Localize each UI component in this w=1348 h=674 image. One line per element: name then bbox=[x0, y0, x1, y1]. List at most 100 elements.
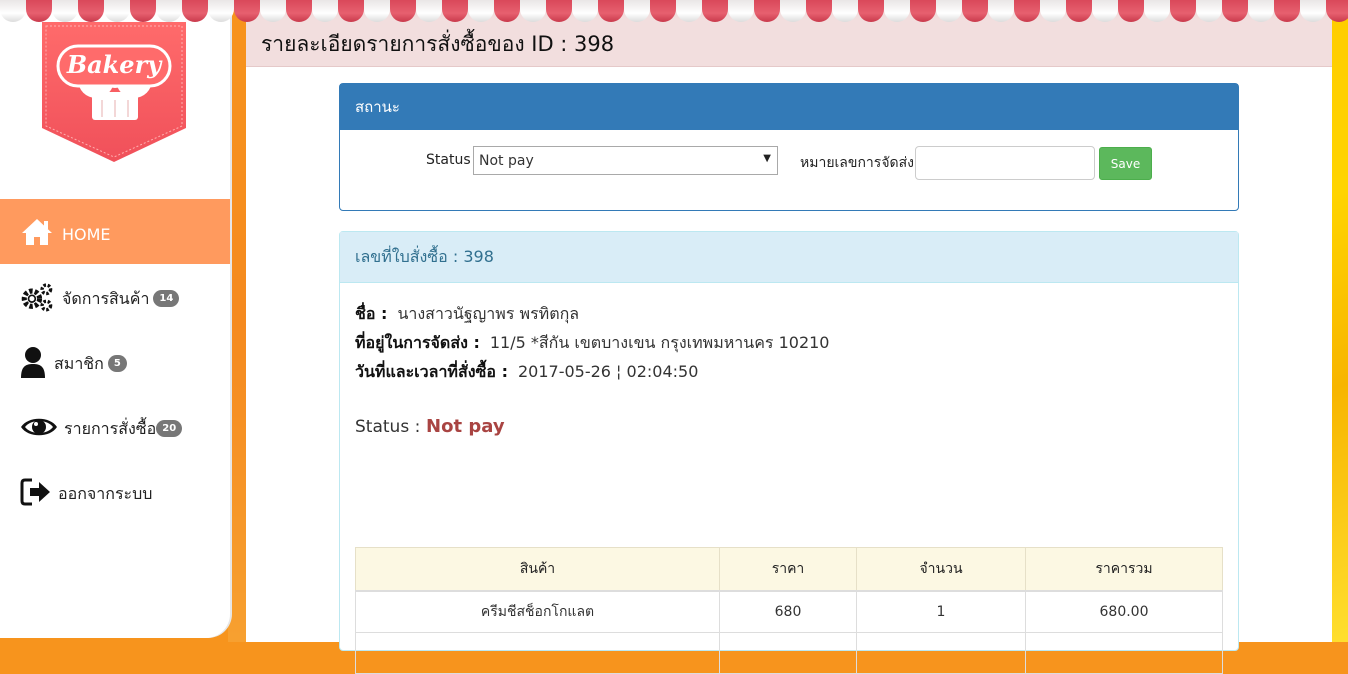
sidebar-item-label: สมาชิก bbox=[54, 354, 104, 373]
awning-scallop bbox=[780, 0, 806, 22]
awning-decoration bbox=[0, 0, 1348, 22]
status-panel: สถานะ Status Not pay ▼ หมายเลขการจัดส่ง … bbox=[339, 83, 1239, 211]
status-form: Status Not pay ▼ หมายเลขการจัดส่ง Save bbox=[340, 146, 1238, 180]
address-value: 11/5 *สีกัน เขตบางเขน กรุงเทพมหานคร 1021… bbox=[489, 333, 830, 352]
sidebar-item-label: รายการสั่งซื้อ bbox=[64, 419, 157, 438]
awning-scallop bbox=[494, 0, 520, 22]
sidebar-item-products[interactable]: จัดการสินค้า 14 bbox=[0, 264, 230, 329]
name-label: ชื่อ : bbox=[355, 304, 388, 323]
awning-scallop bbox=[754, 0, 780, 22]
awning-scallop bbox=[78, 0, 104, 22]
customer-name-row: ชื่อ : นางสาวนัฐญาพร พรทิตกุล bbox=[355, 302, 579, 327]
awning-scallop bbox=[442, 0, 468, 22]
awning-scallop bbox=[364, 0, 390, 22]
awning-scallop bbox=[546, 0, 572, 22]
awning-scallop bbox=[1222, 0, 1248, 22]
awning-scallop bbox=[1092, 0, 1118, 22]
awning-scallop bbox=[416, 0, 442, 22]
awning-scallop bbox=[1248, 0, 1274, 22]
awning-scallop bbox=[104, 0, 130, 22]
awning-scallop bbox=[962, 0, 988, 22]
awning-scallop bbox=[676, 0, 702, 22]
sidebar-item-home[interactable]: HOME bbox=[0, 199, 230, 264]
awning-scallop bbox=[52, 0, 78, 22]
product-name-cell: ครีมชีสช็อกโกแลต bbox=[355, 590, 720, 633]
home-icon bbox=[20, 215, 54, 249]
quantity-cell: 1 bbox=[856, 590, 1026, 633]
awning-scallop bbox=[468, 0, 494, 22]
status-label: Status bbox=[426, 152, 471, 168]
awning-scallop bbox=[884, 0, 910, 22]
products-count-badge: 14 bbox=[153, 290, 180, 307]
sidebar-item-label: ออกจากระบบ bbox=[58, 484, 153, 503]
awning-scallop bbox=[988, 0, 1014, 22]
awning-scallop bbox=[234, 0, 260, 22]
order-status-label: Status : bbox=[355, 417, 421, 437]
empty-cell bbox=[355, 632, 720, 674]
sidebar-item-logout[interactable]: ออกจากระบบ bbox=[0, 459, 230, 524]
status-panel-heading: สถานะ bbox=[340, 84, 1238, 130]
column-header: ราคารวม bbox=[1025, 547, 1223, 592]
awning-scallop bbox=[1196, 0, 1222, 22]
awning-scallop bbox=[650, 0, 676, 22]
awning-scallop bbox=[936, 0, 962, 22]
total-cell: 680.00 bbox=[1025, 590, 1223, 633]
order-panel: เลขที่ใบสั่งซื้อ : 398 ชื่อ : นางสาวนัฐญา… bbox=[339, 231, 1239, 674]
awning-scallop bbox=[806, 0, 832, 22]
table-row bbox=[355, 632, 1223, 674]
name-value: นางสาวนัฐญาพร พรทิตกุล bbox=[397, 304, 580, 323]
status-select[interactable]: Not pay ▼ bbox=[473, 146, 778, 175]
bakery-logo[interactable]: Bakery bbox=[40, 22, 188, 162]
datetime-value: 2017-05-26 ¦ 02:04:50 bbox=[517, 362, 699, 381]
awning-scallop bbox=[1066, 0, 1092, 22]
awning-scallop bbox=[572, 0, 598, 22]
awning-scallop bbox=[624, 0, 650, 22]
awning-scallop bbox=[26, 0, 52, 22]
awning-scallop bbox=[1274, 0, 1300, 22]
awning-scallop bbox=[0, 0, 26, 22]
page-title: รายละเอียดรายการสั่งซื้อของ ID : 398 bbox=[261, 32, 615, 56]
address-row: ที่อยู่ในการจัดส่ง : 11/5 *สีกัน เขตบางเข… bbox=[355, 331, 829, 356]
sidebar-item-members[interactable]: สมาชิก 5 bbox=[0, 329, 230, 394]
dropdown-arrow-icon: ▼ bbox=[763, 153, 771, 164]
order-datetime-row: วันที่และเวลาที่สั่งซื้อ : 2017-05-26 ¦ 0… bbox=[355, 360, 698, 385]
awning-scallop bbox=[858, 0, 884, 22]
tracking-label: หมายเลขการจัดส่ง bbox=[800, 155, 914, 171]
price-cell: 680 bbox=[719, 590, 857, 633]
awning-scallop bbox=[1144, 0, 1170, 22]
right-decorative-strip bbox=[1332, 0, 1348, 642]
empty-cell bbox=[856, 632, 1026, 674]
tracking-number-input[interactable] bbox=[915, 146, 1095, 180]
empty-cell bbox=[719, 632, 857, 674]
user-icon bbox=[20, 345, 46, 379]
sidebar-item-label: จัดการสินค้า bbox=[62, 289, 150, 308]
column-header: ราคา bbox=[719, 547, 857, 592]
column-header: จำนวน bbox=[856, 547, 1026, 592]
awning-scallop bbox=[1326, 0, 1348, 22]
awning-scallop bbox=[260, 0, 286, 22]
left-decorative-strip bbox=[228, 0, 246, 642]
orders-count-badge: 20 bbox=[156, 420, 183, 437]
order-panel-heading: เลขที่ใบสั่งซื้อ : 398 bbox=[340, 232, 1238, 283]
awning-scallop bbox=[1118, 0, 1144, 22]
awning-scallop bbox=[1170, 0, 1196, 22]
awning-scallop bbox=[182, 0, 208, 22]
sidebar-item-orders[interactable]: รายการสั่งซื้อ 20 bbox=[0, 394, 230, 459]
awning-scallop bbox=[312, 0, 338, 22]
awning-scallop bbox=[598, 0, 624, 22]
eye-icon bbox=[20, 410, 58, 444]
awning-scallop bbox=[1300, 0, 1326, 22]
main-content: รายละเอียดรายการสั่งซื้อของ ID : 398 สถา… bbox=[246, 0, 1332, 674]
awning-scallop bbox=[130, 0, 156, 22]
save-button[interactable]: Save bbox=[1099, 147, 1152, 180]
sidebar-nav: HOME จัดการสินค้า 14 สมาชิก 5 รายการสั่ง… bbox=[0, 199, 230, 524]
awning-scallop bbox=[702, 0, 728, 22]
sidebar: Bakery HOME จัดการสินค้า 14 สมาชิก 5 ราย… bbox=[0, 0, 230, 638]
awning-scallop bbox=[728, 0, 754, 22]
sign-out-icon bbox=[20, 475, 52, 509]
order-status-line: Status : Not pay bbox=[355, 416, 505, 437]
awning-scallop bbox=[1040, 0, 1066, 22]
table-header-row: สินค้า ราคา จำนวน ราคารวม bbox=[355, 547, 1223, 592]
order-status-value: Not pay bbox=[426, 416, 505, 437]
awning-scallop bbox=[1014, 0, 1040, 22]
